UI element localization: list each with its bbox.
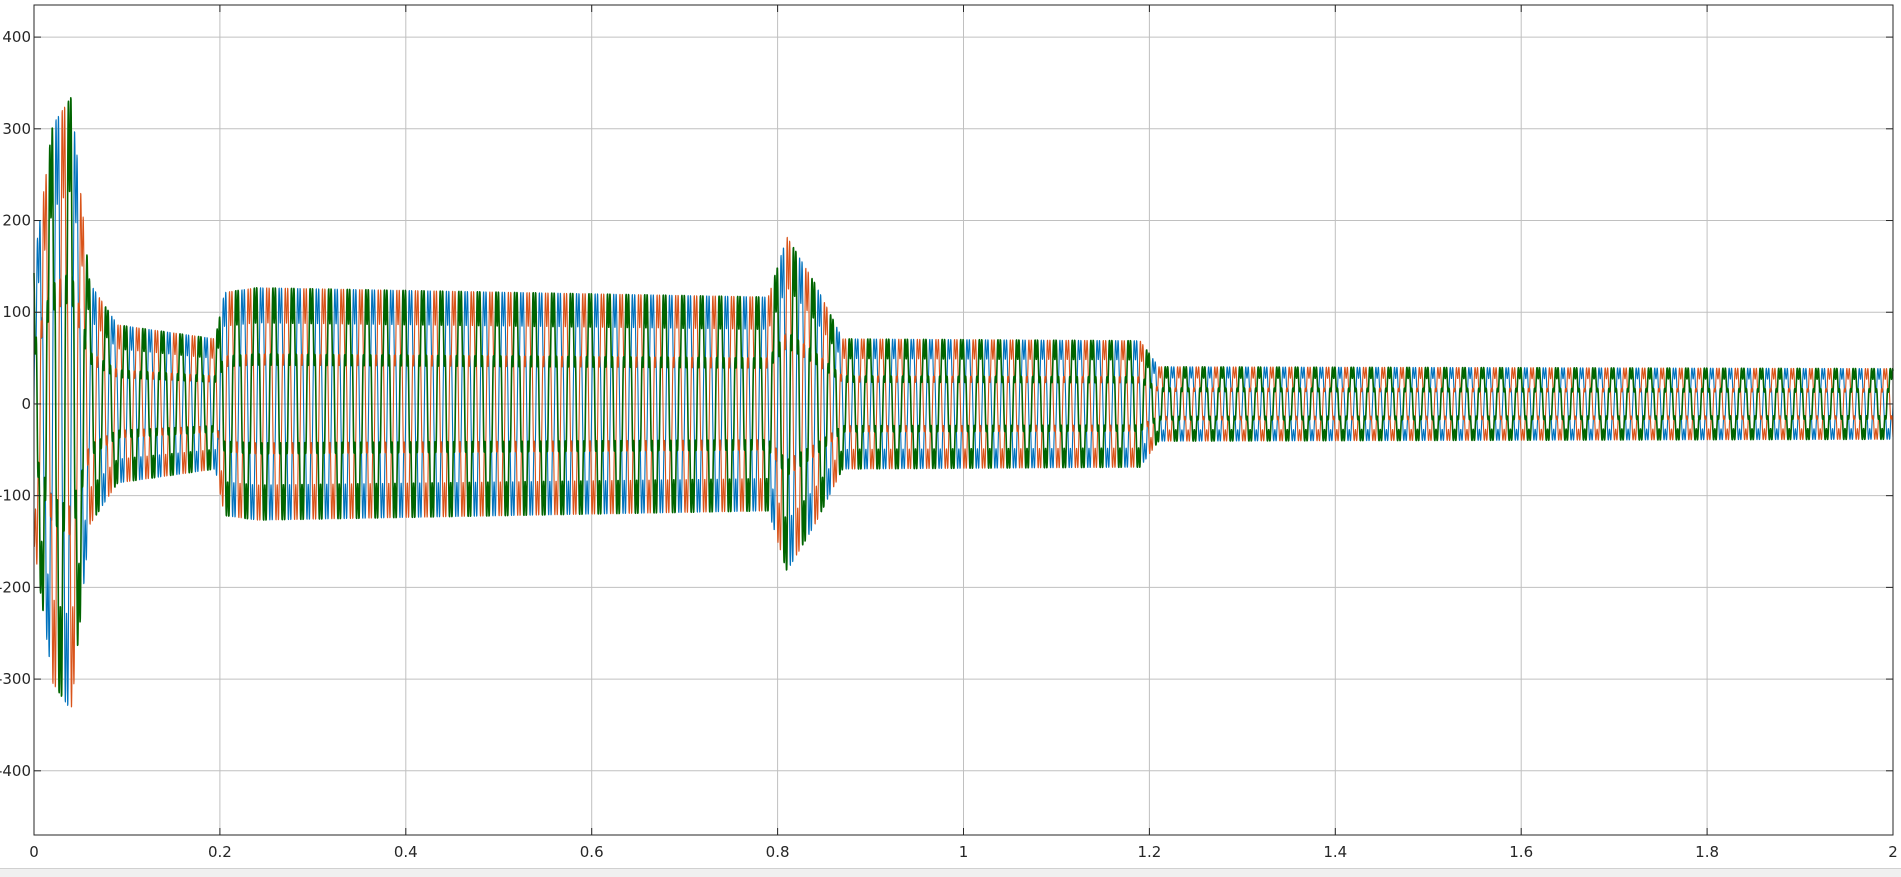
x-tick-label: 1.6 xyxy=(1509,843,1533,861)
x-tick-label: 1 xyxy=(959,843,969,861)
y-tick-label: 100 xyxy=(2,303,31,321)
y-tick-label: -200 xyxy=(0,578,31,596)
y-tick-label: 300 xyxy=(2,120,31,138)
x-tick-label: 0.8 xyxy=(766,843,790,861)
x-tick-label: 0 xyxy=(29,843,39,861)
y-tick-label: -100 xyxy=(0,487,31,505)
x-tick-label: 1.4 xyxy=(1323,843,1347,861)
x-tick-label: 0.2 xyxy=(208,843,232,861)
y-tick-label: -400 xyxy=(0,762,31,780)
x-tick-label: 0.6 xyxy=(580,843,604,861)
x-tick-label: 0.4 xyxy=(394,843,418,861)
y-tick-label: -300 xyxy=(0,670,31,688)
x-tick-label: 1.2 xyxy=(1137,843,1161,861)
x-tick-label: 2 xyxy=(1888,843,1898,861)
line-chart: 0 0.2 0.4 0.6 0.8 1 1.2 1.4 1.6 1.8 2 400 300 200 100 0… xyxy=(0,4,1898,861)
y-tick-label: 200 xyxy=(2,212,31,230)
x-tick-label: 1.8 xyxy=(1695,843,1719,861)
y-tick-label: 400 xyxy=(2,28,31,46)
y-tick-label: 0 xyxy=(21,395,31,413)
